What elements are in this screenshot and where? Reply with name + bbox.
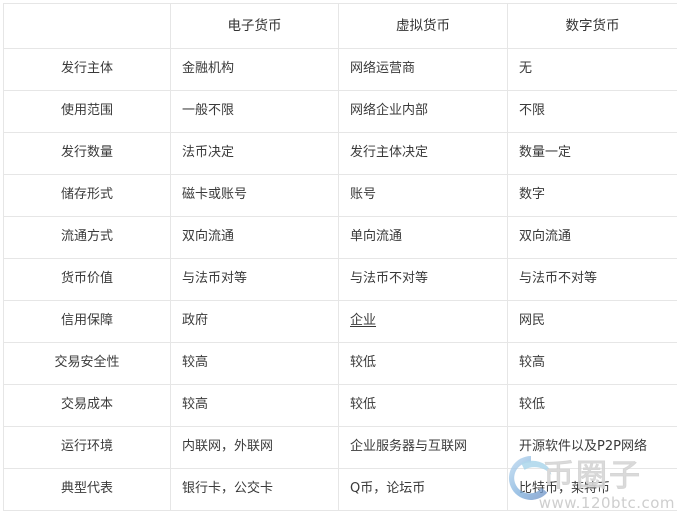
row-header-storage-form: 储存形式 — [3, 174, 171, 217]
column-header-electronic-currency: 电子货币 — [170, 3, 339, 49]
cell-issue-quantity-virtual: 发行主体决定 — [338, 132, 508, 175]
cell-circulation-mode-electronic: 双向流通 — [170, 216, 339, 259]
table-row: 信用保障 政府 企业 网民 — [3, 300, 677, 343]
row-header-operating-environment: 运行环境 — [3, 426, 171, 469]
cell-storage-form-digital: 数字 — [507, 174, 677, 217]
cell-currency-value-virtual: 与法币不对等 — [338, 258, 508, 301]
cell-usage-scope-digital: 不限 — [507, 90, 677, 133]
row-header-credit-guarantee: 信用保障 — [3, 300, 171, 343]
table-row: 储存形式 磁卡或账号 账号 数字 — [3, 174, 677, 217]
cell-transaction-security-virtual: 较低 — [338, 342, 508, 385]
column-header-digital-currency: 数字货币 — [507, 3, 677, 49]
table-header: 电子货币 虚拟货币 数字货币 — [3, 3, 677, 49]
cell-issuer-electronic: 金融机构 — [170, 48, 339, 91]
table-header-row: 电子货币 虚拟货币 数字货币 — [3, 3, 677, 49]
cell-credit-guarantee-digital: 网民 — [507, 300, 677, 343]
cell-circulation-mode-digital: 双向流通 — [507, 216, 677, 259]
cell-usage-scope-virtual: 网络企业内部 — [338, 90, 508, 133]
cell-credit-guarantee-electronic: 政府 — [170, 300, 339, 343]
cell-issue-quantity-digital: 数量一定 — [507, 132, 677, 175]
cell-issuer-digital: 无 — [507, 48, 677, 91]
cell-storage-form-electronic: 磁卡或账号 — [170, 174, 339, 217]
table-row: 发行数量 法币决定 发行主体决定 数量一定 — [3, 132, 677, 175]
row-header-transaction-cost: 交易成本 — [3, 384, 171, 427]
cell-issuer-virtual: 网络运营商 — [338, 48, 508, 91]
column-header-virtual-currency: 虚拟货币 — [338, 3, 508, 49]
comparison-table-container: 电子货币 虚拟货币 数字货币 发行主体 金融机构 网络运营商 无 使用范围 一般… — [3, 3, 677, 511]
table-row: 货币价值 与法币对等 与法币不对等 与法币不对等 — [3, 258, 677, 301]
cell-transaction-security-electronic: 较高 — [170, 342, 339, 385]
row-header-issue-quantity: 发行数量 — [3, 132, 171, 175]
cell-issue-quantity-electronic: 法币决定 — [170, 132, 339, 175]
cell-currency-value-electronic: 与法币对等 — [170, 258, 339, 301]
row-header-usage-scope: 使用范围 — [3, 90, 171, 133]
table-row: 运行环境 内联网，外联网 企业服务器与互联网 开源软件以及P2P网络 — [3, 426, 677, 469]
row-header-currency-value: 货币价值 — [3, 258, 171, 301]
table-row: 交易安全性 较高 较低 较高 — [3, 342, 677, 385]
credit-guarantee-virtual-link[interactable]: 企业 — [350, 313, 376, 328]
cell-typical-examples-electronic: 银行卡，公交卡 — [170, 468, 339, 511]
row-header-issuer: 发行主体 — [3, 48, 171, 91]
row-header-typical-examples: 典型代表 — [3, 468, 171, 511]
table-row: 使用范围 一般不限 网络企业内部 不限 — [3, 90, 677, 133]
cell-transaction-cost-electronic: 较高 — [170, 384, 339, 427]
cell-usage-scope-electronic: 一般不限 — [170, 90, 339, 133]
table-row: 典型代表 银行卡，公交卡 Q币，论坛币 比特币，莱特币 — [3, 468, 677, 511]
cell-circulation-mode-virtual: 单向流通 — [338, 216, 508, 259]
cell-credit-guarantee-virtual: 企业 — [338, 300, 508, 343]
cell-typical-examples-digital: 比特币，莱特币 — [507, 468, 677, 511]
cell-currency-value-digital: 与法币不对等 — [507, 258, 677, 301]
table-row: 流通方式 双向流通 单向流通 双向流通 — [3, 216, 677, 259]
cell-operating-environment-electronic: 内联网，外联网 — [170, 426, 339, 469]
table-row: 发行主体 金融机构 网络运营商 无 — [3, 48, 677, 91]
cell-storage-form-virtual: 账号 — [338, 174, 508, 217]
table-row: 交易成本 较高 较低 较低 — [3, 384, 677, 427]
cell-transaction-security-digital: 较高 — [507, 342, 677, 385]
currency-comparison-table: 电子货币 虚拟货币 数字货币 发行主体 金融机构 网络运营商 无 使用范围 一般… — [3, 3, 677, 511]
cell-operating-environment-virtual: 企业服务器与互联网 — [338, 426, 508, 469]
cell-operating-environment-digital: 开源软件以及P2P网络 — [507, 426, 677, 469]
cell-transaction-cost-digital: 较低 — [507, 384, 677, 427]
row-header-transaction-security: 交易安全性 — [3, 342, 171, 385]
cell-transaction-cost-virtual: 较低 — [338, 384, 508, 427]
cell-typical-examples-virtual: Q币，论坛币 — [338, 468, 508, 511]
row-header-circulation-mode: 流通方式 — [3, 216, 171, 259]
table-body: 发行主体 金融机构 网络运营商 无 使用范围 一般不限 网络企业内部 不限 发行… — [3, 48, 677, 511]
table-corner-cell — [3, 3, 171, 49]
